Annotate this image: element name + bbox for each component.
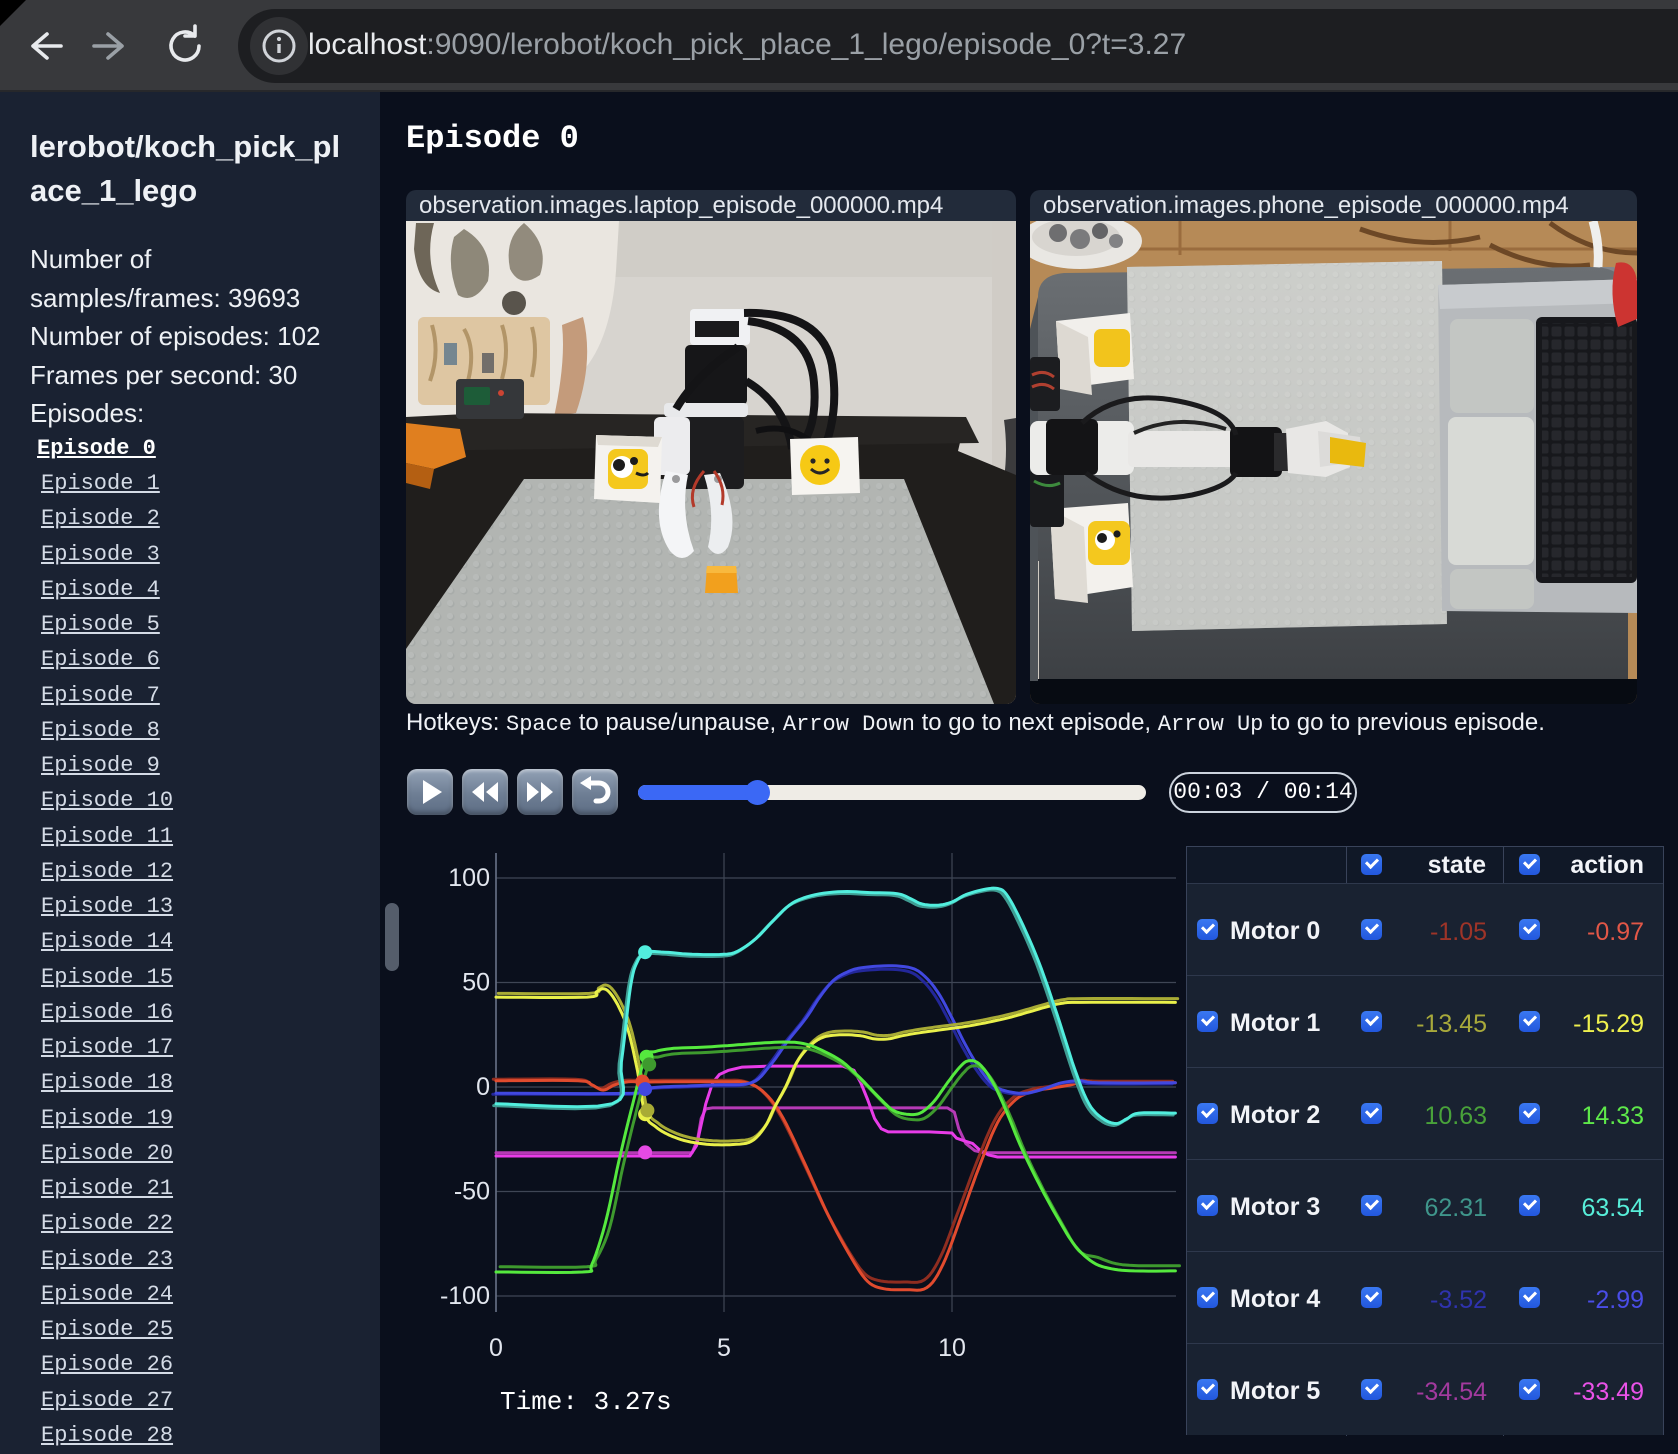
svg-text:0: 0 (489, 1334, 503, 1362)
svg-text:5: 5 (717, 1334, 731, 1362)
svg-text:-50: -50 (454, 1178, 490, 1206)
svg-text:50: 50 (462, 969, 490, 997)
svg-text:0: 0 (476, 1073, 490, 1101)
svg-text:100: 100 (448, 864, 490, 892)
svg-text:-100: -100 (440, 1282, 490, 1310)
svg-text:10: 10 (938, 1334, 966, 1362)
